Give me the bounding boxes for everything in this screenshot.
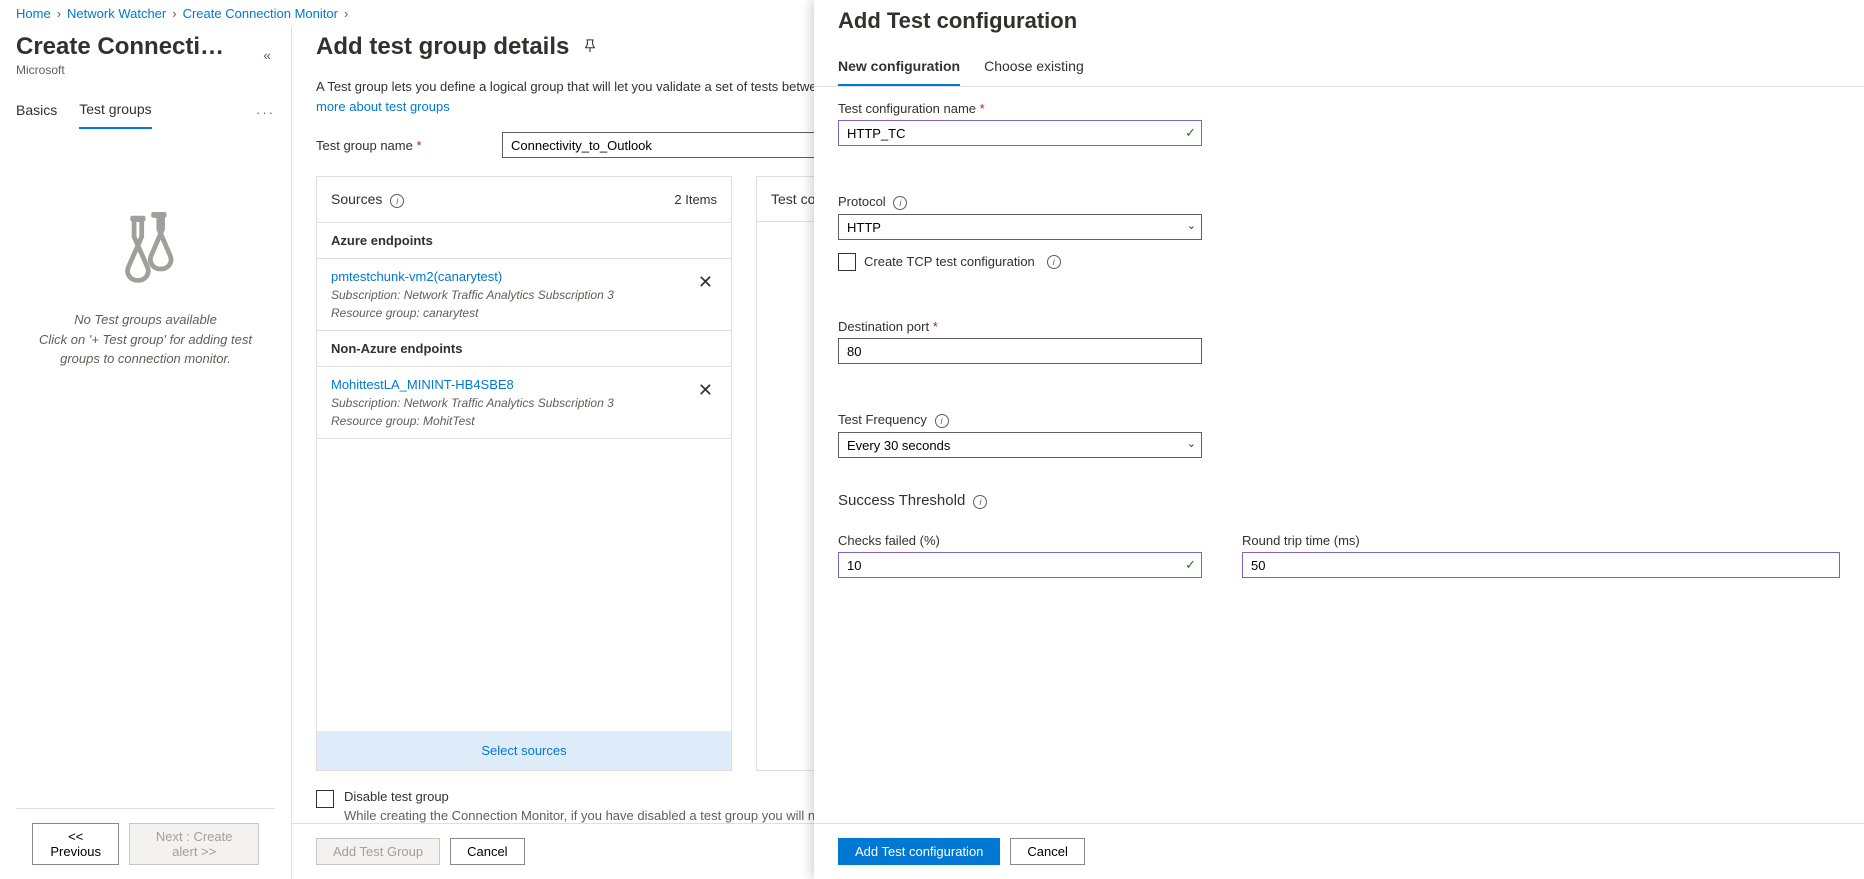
tab-new-configuration[interactable]: New configuration xyxy=(838,58,960,86)
next-button: Next : Create alert >> xyxy=(129,823,259,865)
breadcrumb-create-cm[interactable]: Create Connection Monitor xyxy=(183,6,338,21)
protocol-select[interactable] xyxy=(838,214,1202,240)
endpoint-item: MohittestLA_MININT-HB4SBE8 Subscription:… xyxy=(317,367,731,439)
endpoint-link[interactable]: pmtestchunk-vm2(canarytest) xyxy=(331,269,614,284)
select-sources-button[interactable]: Select sources xyxy=(317,731,731,770)
create-tcp-label: Create TCP test configuration xyxy=(864,254,1035,269)
sources-count: 2 Items xyxy=(674,192,717,207)
remove-endpoint-button[interactable]: ✕ xyxy=(694,377,717,403)
config-name-input[interactable] xyxy=(838,120,1202,146)
chevron-down-icon: ⌄ xyxy=(1187,437,1196,450)
checks-failed-label: Checks failed (%) xyxy=(838,533,1202,548)
endpoint-link[interactable]: MohittestLA_MININT-HB4SBE8 xyxy=(331,377,614,392)
breadcrumb-network-watcher[interactable]: Network Watcher xyxy=(67,6,166,21)
chevron-right-icon: › xyxy=(57,6,61,21)
empty-text-2: Click on '+ Test group' for adding test xyxy=(39,330,252,350)
chevron-right-icon: › xyxy=(344,6,348,21)
collapse-icon[interactable]: « xyxy=(259,43,275,67)
endpoint-rg: Resource group: MohitTest xyxy=(331,414,614,428)
chevron-right-icon: › xyxy=(172,6,176,21)
endpoint-sub: Subscription: Network Traffic Analytics … xyxy=(331,396,614,410)
check-icon: ✓ xyxy=(1185,125,1196,141)
endpoint-rg: Resource group: canarytest xyxy=(331,306,614,320)
protocol-label: Protocol i xyxy=(838,194,1202,210)
empty-state: No Test groups available Click on '+ Tes… xyxy=(16,130,275,808)
empty-text-1: No Test groups available xyxy=(74,310,217,330)
info-icon[interactable]: i xyxy=(390,194,404,208)
info-icon[interactable]: i xyxy=(1047,255,1061,269)
rtt-label: Round trip time (ms) xyxy=(1242,533,1840,548)
tab-basics[interactable]: Basics xyxy=(16,96,57,128)
more-icon[interactable]: ··· xyxy=(256,105,275,120)
mid-title: Add test group details xyxy=(316,33,569,61)
page-title: Create Connection… xyxy=(16,33,236,61)
frequency-label: Test Frequency i xyxy=(838,412,1202,428)
previous-button[interactable]: << Previous xyxy=(32,823,119,865)
left-panel: Create Connection… Microsoft « Basics Te… xyxy=(0,27,292,879)
sources-label: Sources i xyxy=(331,191,404,208)
create-tcp-checkbox[interactable] xyxy=(838,253,856,271)
flask-icon xyxy=(98,210,193,290)
info-icon[interactable]: i xyxy=(973,495,987,509)
port-label: Destination port * xyxy=(838,319,1202,334)
add-test-config-button[interactable]: Add Test configuration xyxy=(838,838,1000,865)
empty-text-3: groups to connection monitor. xyxy=(60,349,231,369)
cancel-button[interactable]: Cancel xyxy=(450,838,524,865)
section-nonazure-endpoints: Non-Azure endpoints xyxy=(317,331,731,367)
tab-choose-existing[interactable]: Choose existing xyxy=(984,58,1084,86)
success-threshold-label: Success Threshold i xyxy=(838,492,1840,509)
config-name-label: Test configuration name * xyxy=(838,101,1202,116)
chevron-down-icon: ⌄ xyxy=(1187,219,1196,232)
endpoint-sub: Subscription: Network Traffic Analytics … xyxy=(331,288,614,302)
info-icon[interactable]: i xyxy=(935,414,949,428)
breadcrumb-home[interactable]: Home xyxy=(16,6,51,21)
test-group-name-label: Test group name * xyxy=(316,138,502,153)
check-icon: ✓ xyxy=(1185,557,1196,573)
sources-box: Sources i 2 Items Azure endpoints pmtest… xyxy=(316,176,732,771)
rtt-input[interactable] xyxy=(1242,552,1840,578)
add-test-config-panel: Add Test configuration New configuration… xyxy=(814,0,1864,879)
disable-test-group-checkbox[interactable] xyxy=(316,790,334,808)
port-input[interactable] xyxy=(838,338,1202,364)
frequency-select[interactable] xyxy=(838,432,1202,458)
panel-cancel-button[interactable]: Cancel xyxy=(1010,838,1084,865)
info-icon[interactable]: i xyxy=(893,196,907,210)
section-azure-endpoints: Azure endpoints xyxy=(317,223,731,259)
remove-endpoint-button[interactable]: ✕ xyxy=(694,269,717,295)
panel-title: Add Test configuration xyxy=(814,0,1864,34)
checks-failed-input[interactable] xyxy=(838,552,1202,578)
page-subtitle: Microsoft xyxy=(16,63,236,77)
endpoint-item: pmtestchunk-vm2(canarytest) Subscription… xyxy=(317,259,731,331)
tab-test-groups[interactable]: Test groups xyxy=(79,95,151,129)
add-test-group-button: Add Test Group xyxy=(316,838,440,865)
pin-icon[interactable] xyxy=(583,39,597,56)
